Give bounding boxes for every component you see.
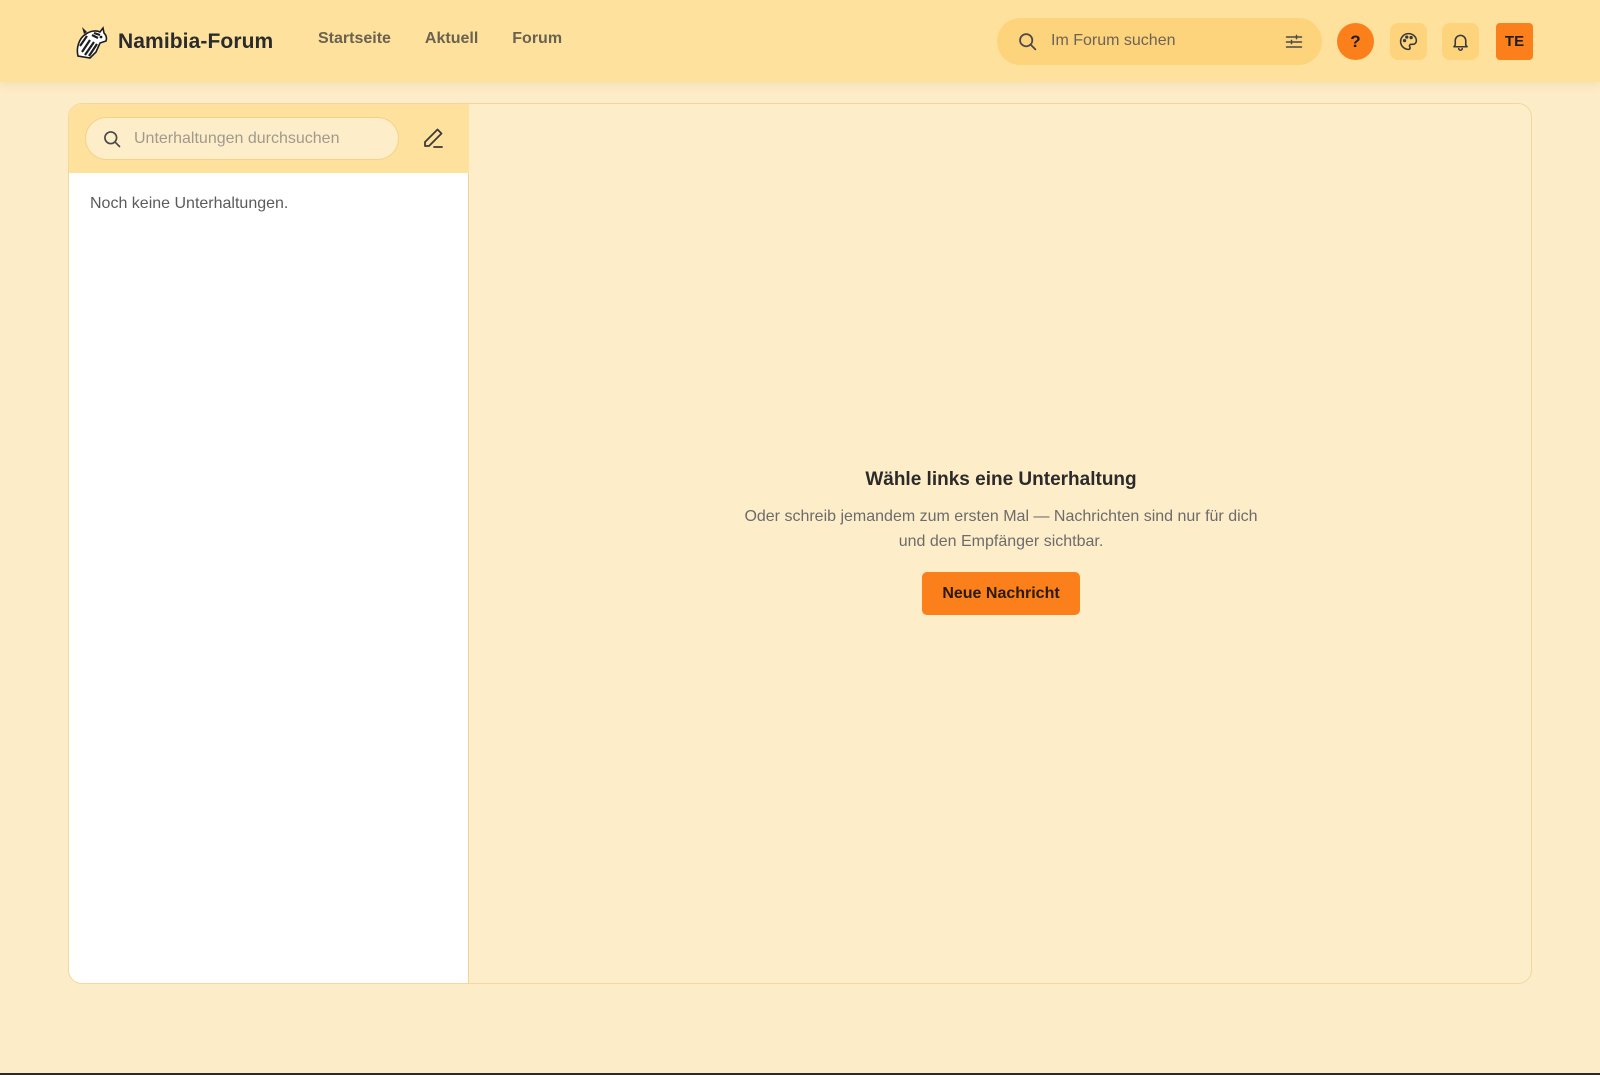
sidebar-header: Unterhaltungen durchsuchen	[69, 104, 469, 173]
zebra-logo-icon	[76, 26, 108, 59]
search-icon	[104, 131, 121, 148]
palette-icon	[1399, 32, 1418, 51]
help-icon: ?	[1350, 32, 1361, 51]
theme-button[interactable]	[1390, 23, 1427, 60]
conversation-detail: Wähle links eine Unterhaltung Oder schre…	[470, 104, 1531, 983]
compose-icon[interactable]	[421, 126, 445, 150]
conversation-search[interactable]: Unterhaltungen durchsuchen	[85, 117, 399, 160]
brand[interactable]: Namibia-Forum	[70, 22, 273, 62]
filter-icon[interactable]	[1284, 32, 1304, 52]
nav-forum[interactable]: Forum	[512, 30, 562, 48]
empty-state-description: Oder schreib jemandem zum ersten Mal — N…	[744, 508, 1258, 550]
empty-state: Wähle links eine Unterhaltung Oder schre…	[470, 469, 1531, 615]
empty-state-title: Wähle links eine Unterhaltung	[865, 469, 1137, 490]
forum-search[interactable]: Im Forum suchen	[997, 18, 1322, 65]
nav-startseite[interactable]: Startseite	[318, 30, 391, 48]
main-nav: Startseite Aktuell Forum	[318, 30, 596, 48]
forum-search-input[interactable]: Im Forum suchen	[1051, 32, 1175, 50]
empty-conversations-text: Noch keine Unterhaltungen.	[90, 195, 289, 212]
conversation-sidebar: Unterhaltungen durchsuchen Noch keine Un…	[69, 104, 469, 983]
avatar-initials: TE	[1504, 33, 1525, 50]
help-button[interactable]: ?	[1337, 23, 1374, 60]
new-message-button[interactable]: Neue Nachricht	[922, 572, 1080, 615]
messages-card: Unterhaltungen durchsuchen Noch keine Un…	[68, 103, 1532, 984]
search-icon	[1019, 33, 1037, 51]
avatar[interactable]: TE	[1496, 23, 1533, 60]
conversation-search-input[interactable]: Unterhaltungen durchsuchen	[134, 130, 339, 148]
nav-aktuell[interactable]: Aktuell	[425, 30, 478, 48]
brand-name: Namibia-Forum	[118, 30, 274, 53]
bell-icon	[1453, 34, 1468, 51]
notifications-button[interactable]	[1442, 23, 1479, 60]
top-bar: Namibia-Forum Startseite Aktuell Forum I…	[0, 0, 1600, 82]
